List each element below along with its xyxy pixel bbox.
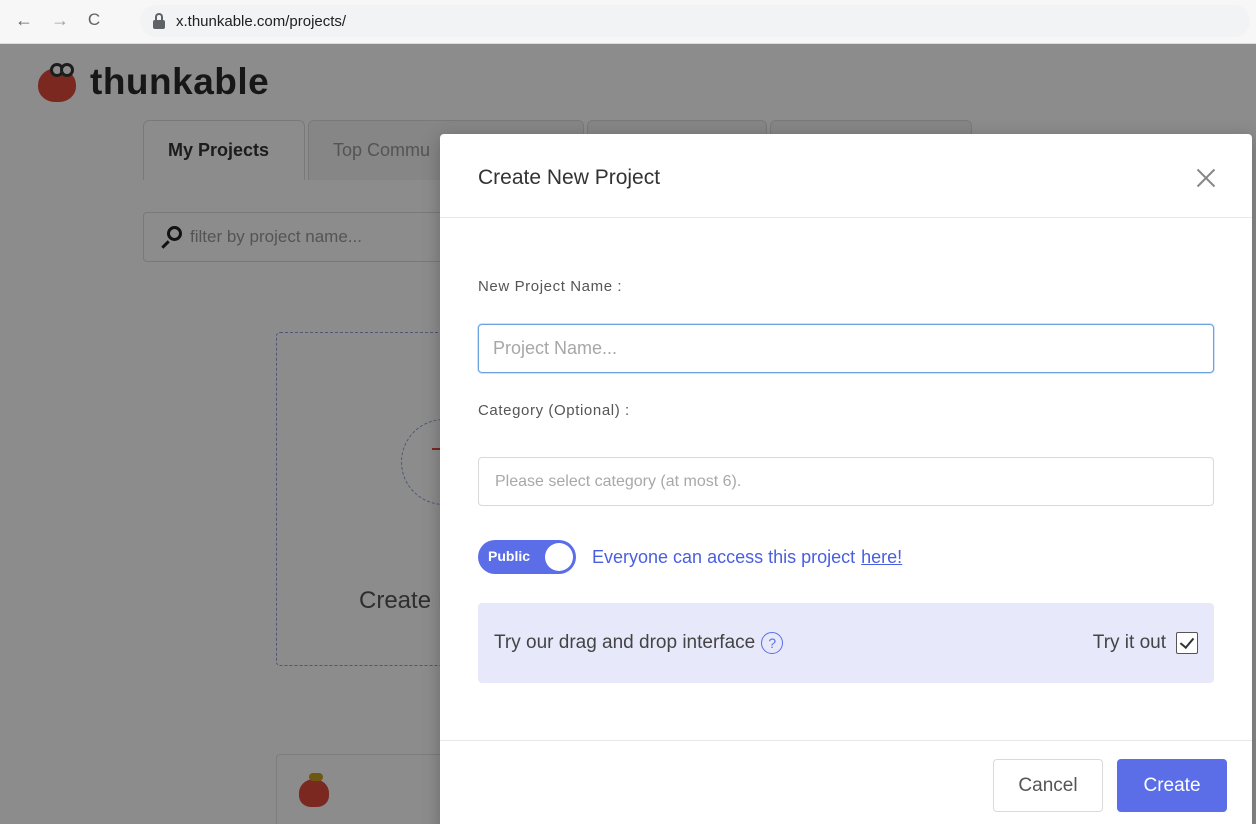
cancel-button[interactable]: Cancel	[993, 759, 1103, 812]
try-it-out-label: Try it out	[1092, 632, 1166, 653]
drag-drop-text: Try our drag and drop interface	[494, 632, 756, 653]
address-bar[interactable]: x.thunkable.com/projects/	[140, 5, 1250, 37]
project-name-label: New Project Name :	[478, 278, 623, 295]
address-url: x.thunkable.com/projects/	[176, 12, 347, 30]
category-label: Category (Optional) :	[478, 402, 630, 419]
toggle-label: Public	[488, 548, 531, 564]
back-arrow-icon[interactable]: ←	[14, 10, 34, 30]
public-toggle[interactable]: Public	[478, 540, 576, 574]
dialog-header: Create New Project	[440, 134, 1252, 218]
reload-icon[interactable]: C	[84, 10, 104, 30]
browser-toolbar: ← → C x.thunkable.com/projects/	[0, 0, 1256, 44]
lock-icon	[152, 12, 166, 30]
category-placeholder: Please select category (at most 6).	[495, 472, 742, 490]
access-description: Everyone can access this project here!	[592, 547, 902, 568]
project-name-input[interactable]	[478, 324, 1214, 373]
access-text: Everyone can access this project	[592, 546, 856, 567]
visibility-row: Public Everyone can access this project h…	[478, 540, 902, 574]
category-select[interactable]: Please select category (at most 6).	[478, 457, 1214, 506]
try-it-out-checkbox[interactable]	[1176, 632, 1198, 654]
create-project-dialog: Create New Project New Project Name : Ca…	[440, 134, 1252, 824]
close-icon[interactable]	[1196, 168, 1216, 188]
toggle-knob	[545, 543, 573, 571]
access-link[interactable]: here!	[861, 547, 902, 567]
help-icon[interactable]: ?	[761, 632, 784, 654]
dialog-title: Create New Project	[478, 166, 661, 189]
forward-arrow-icon[interactable]: →	[50, 10, 70, 30]
drag-drop-panel: Try our drag and drop interface ? Try it…	[478, 603, 1214, 683]
dialog-footer: Cancel Create	[440, 740, 1252, 824]
create-button[interactable]: Create	[1117, 759, 1227, 812]
